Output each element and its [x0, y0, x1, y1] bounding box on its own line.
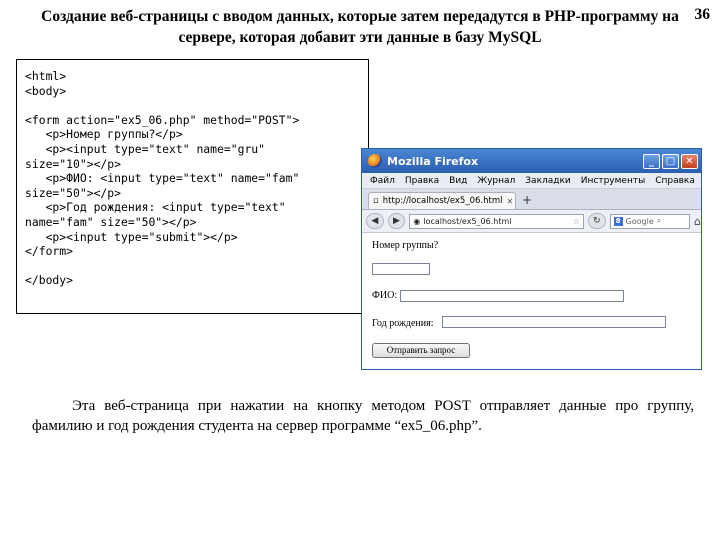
menu-help[interactable]: Справка	[655, 176, 695, 186]
firefox-window: Mozilla Firefox _ □ ✕ Файл Правка Вид Жу…	[361, 148, 702, 370]
search-placeholder: Google	[625, 216, 654, 226]
group-label: Номер группы?	[372, 240, 439, 251]
menu-view[interactable]: Вид	[449, 176, 467, 186]
menu-edit[interactable]: Правка	[405, 176, 439, 186]
menu-history[interactable]: Журнал	[477, 176, 515, 186]
page-content: Номер группы? ФИО: Год рождения: Отправи…	[362, 233, 701, 369]
tab-current[interactable]: ▫ http://localhost/ex5_06.html ✕	[368, 192, 516, 209]
window-controls: _ □ ✕	[643, 153, 698, 169]
year-label: Год рождения:	[372, 318, 434, 329]
group-input[interactable]	[372, 263, 430, 275]
menu-file[interactable]: Файл	[370, 176, 395, 186]
navigation-bar: ◀ ▶ ◉ localhost/ex5_06.html ☆ ↻ 8 Google…	[362, 210, 701, 233]
fio-label: ФИО:	[372, 290, 398, 301]
submit-button[interactable]: Отправить запрос	[372, 343, 470, 358]
url-bar[interactable]: ◉ localhost/ex5_06.html ☆	[409, 213, 584, 229]
back-arrow-icon[interactable]: ◀	[366, 213, 384, 229]
forward-arrow-icon[interactable]: ▶	[387, 213, 406, 229]
menu-tools[interactable]: Инструменты	[581, 176, 645, 186]
page-icon: ▫	[373, 196, 379, 206]
window-title: Mozilla Firefox	[387, 154, 479, 168]
menu-bar: Файл Правка Вид Журнал Закладки Инструме…	[362, 173, 701, 189]
code-listing-box: <html> <body> <form action="ex5_06.php" …	[16, 59, 369, 314]
firefox-logo-icon	[368, 154, 382, 168]
close-icon[interactable]: ✕	[681, 153, 698, 169]
slide-title: Создание веб-страницы с вводом данных, к…	[41, 8, 679, 46]
window-titlebar: Mozilla Firefox _ □ ✕	[362, 149, 701, 173]
tab-bar: ▫ http://localhost/ex5_06.html ✕ +	[362, 189, 701, 210]
search-icon[interactable]: ⌕	[657, 216, 661, 226]
search-bar[interactable]: 8 Google ⌕	[609, 213, 690, 229]
url-text: localhost/ex5_06.html	[423, 216, 512, 226]
home-icon[interactable]: ⌂	[694, 215, 701, 228]
description-paragraph: Эта веб-страница при нажатии на кнопку м…	[32, 396, 694, 436]
reload-icon[interactable]: ↻	[587, 213, 606, 229]
bookmark-star-icon[interactable]: ☆	[573, 217, 580, 226]
tab-label: http://localhost/ex5_06.html	[382, 196, 503, 206]
page-number: 36	[694, 6, 711, 23]
minimize-icon[interactable]: _	[643, 153, 660, 169]
tab-close-icon[interactable]: ✕	[506, 197, 513, 206]
html-code: <html> <body> <form action="ex5_06.php" …	[25, 69, 300, 288]
menu-bookmarks[interactable]: Закладки	[525, 176, 571, 186]
maximize-icon[interactable]: □	[662, 153, 679, 169]
description-text: Эта веб-страница при нажатии на кнопку м…	[32, 398, 694, 434]
fio-input[interactable]	[400, 290, 624, 302]
google-icon: 8	[613, 216, 623, 226]
year-input[interactable]	[442, 316, 666, 328]
new-tab-button[interactable]: +	[522, 193, 532, 207]
globe-icon: ◉	[413, 216, 421, 226]
